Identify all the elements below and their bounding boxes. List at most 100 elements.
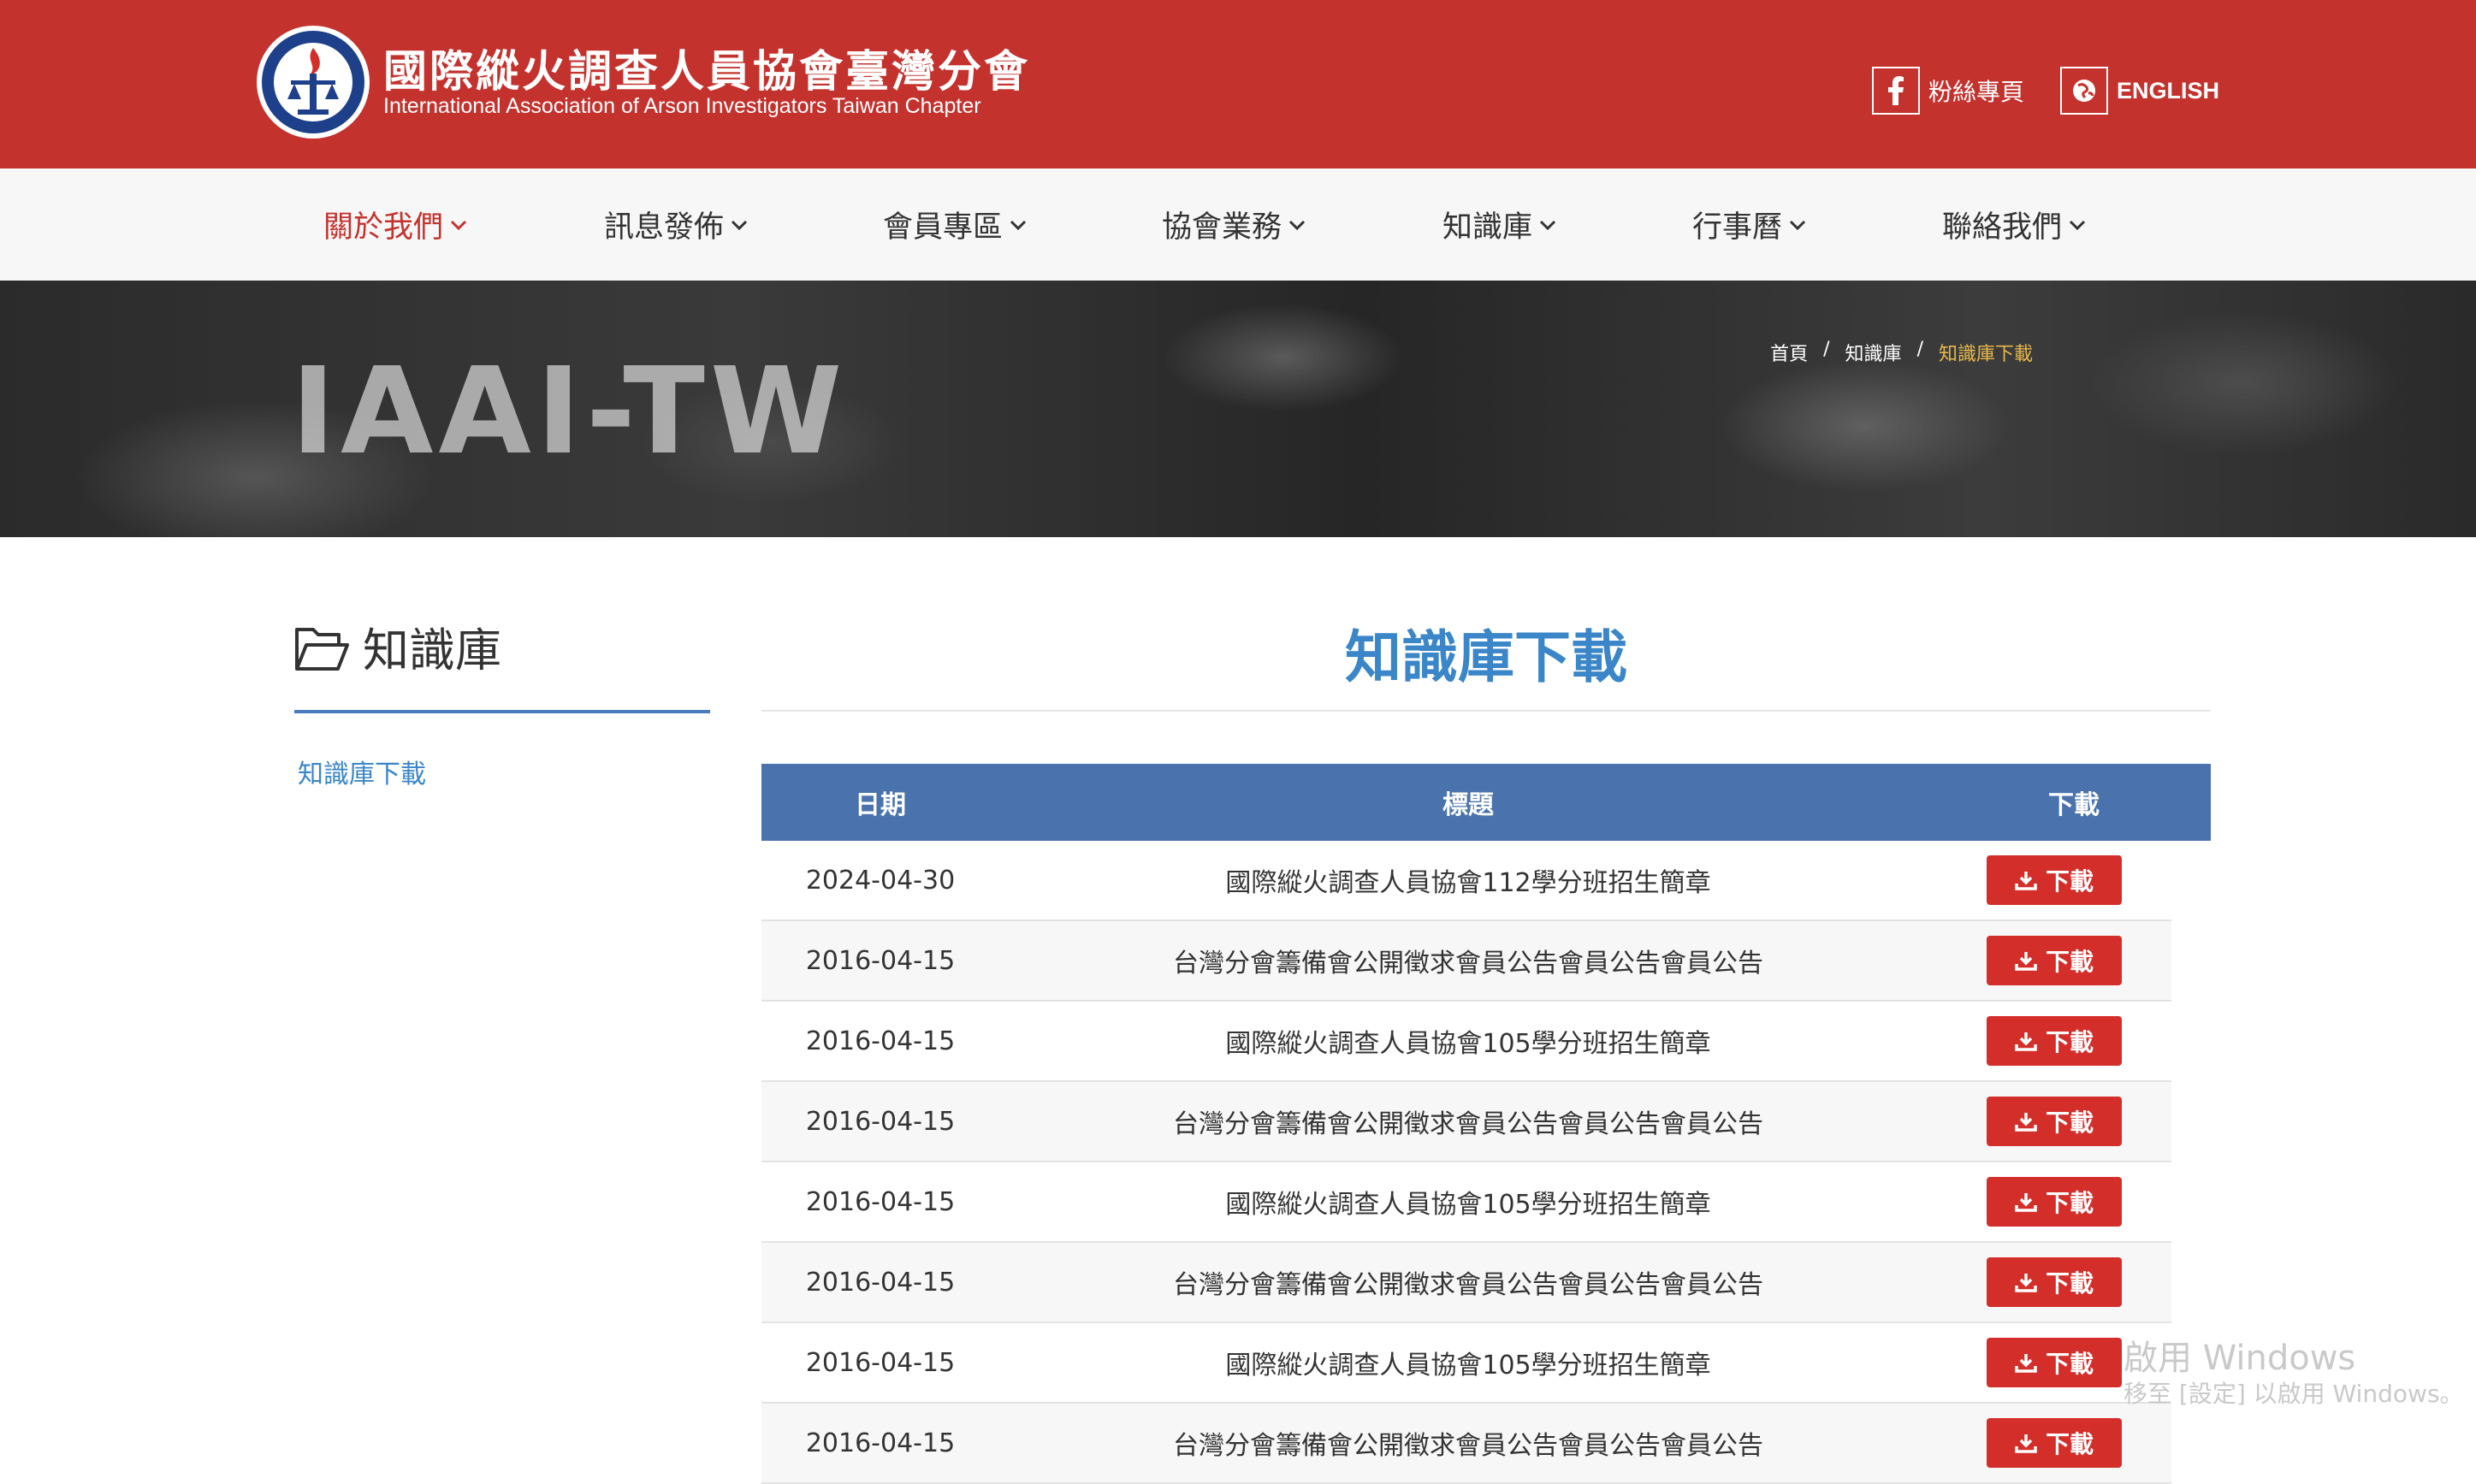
table-row: 2016-04-15 台灣分會籌備會公開徵求會員公告會員公告會員公告 下載 bbox=[761, 1404, 2171, 1484]
download-icon bbox=[2015, 1113, 2037, 1132]
nav-contact-label: 聯絡我們 bbox=[1942, 210, 2063, 245]
facebook-fanpage-link[interactable]: 粉絲專頁 bbox=[1872, 67, 2024, 115]
nav-business-label: 協會業務 bbox=[1162, 210, 1282, 245]
download-label: 下載 bbox=[2045, 1109, 2094, 1137]
row-date: 2016-04-15 bbox=[805, 1106, 956, 1137]
association-logo[interactable] bbox=[253, 22, 373, 142]
download-icon bbox=[2015, 1193, 2037, 1212]
sidebar-link-knowledge-download[interactable]: 知識庫下載 bbox=[298, 753, 426, 790]
download-button[interactable]: 下載 bbox=[1987, 1338, 2122, 1387]
nav-news[interactable]: 訊息發佈 bbox=[604, 203, 748, 246]
download-icon bbox=[2015, 1434, 2037, 1453]
breadcrumb-separator: / bbox=[1823, 339, 1830, 360]
chevron-down-icon bbox=[731, 220, 748, 230]
sidebar-header: 知識庫 bbox=[294, 624, 710, 713]
download-icon bbox=[2015, 952, 2037, 971]
table-row: 2024-04-30 國際縱火調查人員協會112學分班招生簡章 下載 bbox=[761, 841, 2171, 921]
folder-open-icon bbox=[295, 628, 349, 671]
download-button[interactable]: 下載 bbox=[1987, 1177, 2122, 1227]
nav-calendar[interactable]: 行事曆 bbox=[1692, 203, 1806, 246]
row-download-cell: 下載 bbox=[1937, 1418, 2171, 1468]
nav-about-label: 關於我們 bbox=[323, 210, 444, 245]
facebook-icon bbox=[1872, 67, 1920, 115]
download-button[interactable]: 下載 bbox=[1987, 936, 2122, 985]
table-row: 2016-04-15 台灣分會籌備會公開徵求會員公告會員公告會員公告 下載 bbox=[761, 921, 2171, 1002]
row-title[interactable]: 台灣分會籌備會公開徵求會員公告會員公告會員公告 bbox=[999, 942, 1937, 979]
download-label: 下載 bbox=[2045, 1189, 2094, 1217]
page-banner: IAAI-TW 首頁 / 知識庫 / 知識庫下載 bbox=[0, 281, 2476, 537]
row-title[interactable]: 國際縱火調查人員協會105學分班招生簡章 bbox=[999, 1022, 1937, 1060]
row-download-cell: 下載 bbox=[1937, 1016, 2171, 1066]
title-divider bbox=[761, 710, 2211, 712]
windows-activation-hint: 移至 [設定] 以啟用 Windows。 bbox=[2124, 1380, 2464, 1408]
nav-knowledge-label: 知識庫 bbox=[1442, 210, 1533, 245]
download-icon bbox=[2015, 1354, 2037, 1373]
nav-about[interactable]: 關於我們 bbox=[323, 203, 467, 246]
language-switch[interactable]: ENGLISH bbox=[2060, 67, 2219, 115]
download-label: 下載 bbox=[2045, 1430, 2094, 1458]
download-label: 下載 bbox=[2045, 948, 2094, 976]
chevron-down-icon bbox=[1789, 220, 1806, 230]
row-date: 2016-04-15 bbox=[805, 945, 956, 976]
download-icon bbox=[2015, 1274, 2037, 1292]
download-button[interactable]: 下載 bbox=[1987, 1016, 2122, 1066]
download-button[interactable]: 下載 bbox=[1987, 1097, 2122, 1146]
language-label: ENGLISH bbox=[2117, 77, 2220, 103]
main-navigation: 關於我們 訊息發佈 會員專區 協會業務 知識庫 行事曆 聯絡我們 bbox=[0, 169, 2476, 281]
row-download-cell: 下載 bbox=[1937, 855, 2171, 905]
row-date: 2016-04-15 bbox=[805, 1267, 956, 1298]
row-date: 2016-04-15 bbox=[805, 1347, 956, 1378]
row-title[interactable]: 台灣分會籌備會公開徵求會員公告會員公告會員公告 bbox=[999, 1103, 1937, 1140]
breadcrumb-knowledge[interactable]: 知識庫 bbox=[1845, 339, 1902, 366]
download-icon bbox=[2015, 872, 2037, 890]
chevron-down-icon bbox=[1288, 220, 1306, 230]
row-date: 2016-04-15 bbox=[805, 1026, 956, 1056]
nav-members[interactable]: 會員專區 bbox=[883, 203, 1027, 246]
site-title-en[interactable]: International Association of Arson Inves… bbox=[383, 94, 981, 119]
breadcrumb: 首頁 / 知識庫 / 知識庫下載 bbox=[1770, 339, 2033, 366]
nav-news-label: 訊息發佈 bbox=[604, 210, 725, 245]
globe-icon bbox=[2060, 67, 2108, 115]
site-title-zh[interactable]: 國際縱火調查人員協會臺灣分會 bbox=[383, 36, 1030, 99]
chevron-down-icon bbox=[1539, 220, 1556, 230]
row-download-cell: 下載 bbox=[1937, 1097, 2171, 1146]
table-row: 2016-04-15 國際縱火調查人員協會105學分班招生簡章 下載 bbox=[761, 1162, 2171, 1243]
download-button[interactable]: 下載 bbox=[1987, 1257, 2122, 1307]
download-button[interactable]: 下載 bbox=[1987, 1418, 2122, 1468]
table-body: 2024-04-30 國際縱火調查人員協會112學分班招生簡章 下載 2016-04-… bbox=[761, 841, 2211, 1484]
download-label: 下載 bbox=[2045, 1350, 2094, 1378]
row-download-cell: 下載 bbox=[1937, 1257, 2171, 1307]
table-row: 2016-04-15 台灣分會籌備會公開徵求會員公告會員公告會員公告 下載 bbox=[761, 1082, 2171, 1162]
breadcrumb-home[interactable]: 首頁 bbox=[1770, 339, 1808, 366]
chevron-down-icon bbox=[450, 220, 467, 230]
downloads-table: 日期 標題 下載 2024-04-30 國際縱火調查人員協會112學分班招生簡章下… bbox=[761, 764, 2211, 1484]
table-row: 2016-04-15 國際縱火調查人員協會105學分班招生簡章 下載 bbox=[761, 1002, 2171, 1082]
nav-contact[interactable]: 聯絡我們 bbox=[1942, 203, 2086, 246]
nav-business[interactable]: 協會業務 bbox=[1162, 203, 1306, 246]
facebook-label: 粉絲專頁 bbox=[1928, 78, 2025, 106]
breadcrumb-separator: / bbox=[1916, 339, 1923, 360]
nav-knowledge[interactable]: 知識庫 bbox=[1442, 203, 1556, 246]
row-title[interactable]: 國際縱火調查人員協會112學分班招生簡章 bbox=[999, 861, 1937, 899]
chevron-down-icon bbox=[2069, 220, 2086, 230]
download-button[interactable]: 下載 bbox=[1987, 855, 2122, 905]
sidebar-title: 知識庫 bbox=[363, 624, 501, 677]
download-label: 下載 bbox=[2045, 1269, 2094, 1298]
row-date: 2016-04-15 bbox=[805, 1186, 956, 1217]
row-title[interactable]: 台灣分會籌備會公開徵求會員公告會員公告會員公告 bbox=[999, 1424, 1937, 1462]
row-download-cell: 下載 bbox=[1937, 1177, 2171, 1227]
header-date: 日期 bbox=[855, 790, 906, 820]
row-title[interactable]: 台灣分會籌備會公開徵求會員公告會員公告會員公告 bbox=[999, 1263, 1937, 1301]
header-download: 下載 bbox=[2048, 790, 2100, 820]
banner-text: IAAI-TW bbox=[291, 342, 848, 482]
row-date: 2016-04-15 bbox=[805, 1428, 956, 1458]
download-icon bbox=[2015, 1032, 2037, 1051]
windows-activation-title: 啟用 Windows bbox=[2124, 1339, 2356, 1378]
site-header: 國際縱火調查人員協會臺灣分會 International Association… bbox=[0, 0, 2476, 169]
row-title[interactable]: 國際縱火調查人員協會105學分班招生簡章 bbox=[999, 1344, 1937, 1381]
page-title: 知識庫下載 bbox=[1345, 624, 1627, 690]
row-title[interactable]: 國際縱火調查人員協會105學分班招生簡章 bbox=[999, 1183, 1937, 1221]
table-row: 2016-04-15 台灣分會籌備會公開徵求會員公告會員公告會員公告 下載 bbox=[761, 1243, 2171, 1323]
chevron-down-icon bbox=[1010, 220, 1027, 230]
nav-members-label: 會員專區 bbox=[883, 210, 1004, 245]
